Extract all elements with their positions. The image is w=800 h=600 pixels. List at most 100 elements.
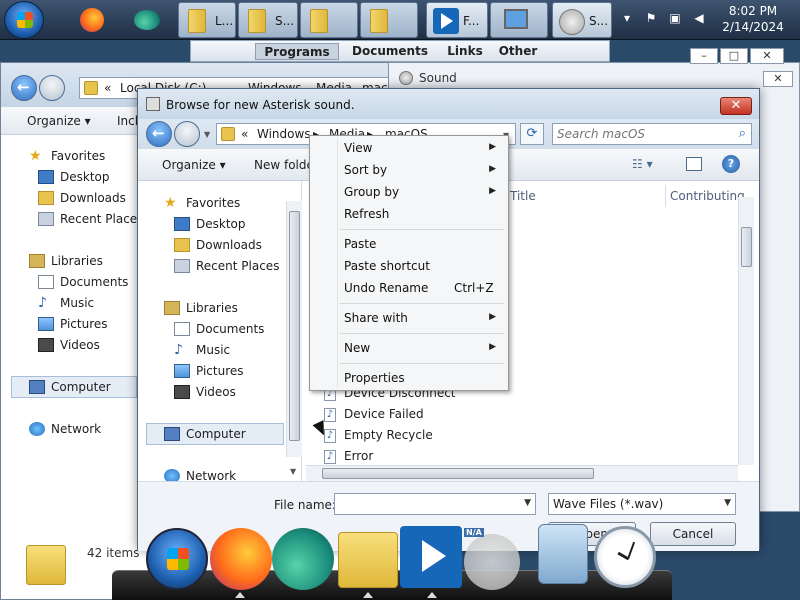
menu-item-share-with[interactable]: Share with ▶: [312, 308, 506, 328]
volume-icon[interactable]: ◀: [692, 11, 706, 25]
menu-item-undo-rename[interactable]: Undo Rename Ctrl+Z: [312, 278, 506, 298]
speaker-icon: [559, 9, 585, 35]
help-icon[interactable]: ?: [722, 155, 740, 173]
tab-links[interactable]: Links: [441, 43, 489, 60]
forward-button[interactable]: [174, 121, 200, 147]
taskbar-explorer-4[interactable]: [360, 2, 418, 38]
dock-firefox-icon[interactable]: [210, 528, 272, 590]
file-name-input[interactable]: [339, 496, 509, 512]
file-list-hscrollbar[interactable]: [306, 465, 738, 481]
taskbar-fs-app[interactable]: F...: [426, 2, 488, 38]
taskbar-button-label: L...: [215, 14, 234, 28]
clock-time: 8:02 PM: [728, 4, 778, 18]
column-header-contributing[interactable]: Contributing: [670, 189, 745, 203]
preview-pane-icon[interactable]: [686, 157, 702, 171]
taskbar-display[interactable]: [490, 2, 548, 38]
search-input[interactable]: [557, 126, 727, 142]
column-header-title[interactable]: Title: [510, 189, 536, 203]
windows-logo-icon: [17, 12, 33, 28]
dock-clock-icon[interactable]: [594, 526, 656, 588]
dock: N/A: [112, 524, 672, 600]
refresh-icon[interactable]: ⟳: [520, 123, 544, 145]
dropdown-arrow-icon[interactable]: ▼: [524, 498, 531, 508]
menu-item-paste[interactable]: Paste: [312, 234, 506, 254]
taskbar-edge[interactable]: [126, 2, 166, 38]
flag-icon[interactable]: ⚑: [644, 11, 658, 25]
dock-running-indicator: [363, 592, 373, 598]
downloads-icon: [174, 238, 190, 252]
taskbar-explorer-1[interactable]: L...: [178, 2, 236, 38]
dock-fs-app-icon[interactable]: [400, 526, 462, 588]
folder-large-icon: [26, 545, 66, 585]
recent-places-icon: [38, 212, 54, 226]
forward-button[interactable]: [39, 75, 65, 101]
menu-separator: [340, 363, 504, 364]
dialog-title: Browse for new Asterisk sound.: [166, 98, 355, 112]
scroll-down-arrow[interactable]: ▼: [290, 467, 296, 476]
videos-icon: [174, 385, 190, 399]
recent-locations-dropdown-icon[interactable]: ▼: [204, 130, 210, 139]
taskbar-sound[interactable]: S...: [552, 2, 612, 38]
dock-edge-icon[interactable]: [272, 528, 334, 590]
file-list-hscroll-thumb[interactable]: [322, 468, 594, 479]
start-button[interactable]: [4, 1, 44, 39]
dialog-close-button[interactable]: ✕: [720, 97, 752, 115]
nav-pane-scrollbar[interactable]: [286, 201, 302, 457]
organize-button[interactable]: Organize ▾: [27, 114, 91, 128]
file-type-select[interactable]: Wave Files (*.wav) ▼: [548, 493, 736, 515]
view-options-icon[interactable]: ☷ ▾: [632, 157, 653, 171]
edge-icon: [134, 10, 160, 30]
dropdown-arrow-icon[interactable]: ▼: [724, 498, 731, 508]
computer-icon: [29, 380, 45, 394]
organize-button[interactable]: Organize ▾: [162, 158, 226, 172]
taskbar-explorer-2[interactable]: S...: [238, 2, 298, 38]
file-name-combo[interactable]: ▼: [334, 493, 536, 515]
star-icon: ★: [164, 195, 177, 211]
desktop-icon: [174, 217, 190, 231]
taskbar-firefox[interactable]: [70, 2, 110, 38]
menu-item-sort-by[interactable]: Sort by ▶: [312, 160, 506, 180]
file-type-value: Wave Files (*.wav): [553, 497, 664, 511]
search-icon[interactable]: ⌕: [739, 126, 746, 141]
wav-file-icon: ♪: [324, 408, 336, 422]
submenu-arrow-icon: ▶: [489, 312, 496, 322]
menu-item-properties[interactable]: Properties: [312, 368, 506, 388]
menu-separator: [340, 333, 504, 334]
fs-app-icon: [433, 8, 459, 34]
menu-item-new[interactable]: New ▶: [312, 338, 506, 358]
desktop-icon: [38, 170, 54, 184]
tray-chevron-icon[interactable]: ▾: [620, 11, 634, 25]
menu-item-view[interactable]: View ▶: [312, 138, 506, 158]
dock-settings-gear-icon[interactable]: [464, 534, 520, 590]
maximize-button[interactable]: □: [720, 48, 748, 64]
search-box[interactable]: ⌕: [552, 123, 752, 145]
network-icon: [29, 422, 45, 436]
speaker-icon: [399, 71, 413, 85]
address-segment-windows[interactable]: Windows: [257, 127, 311, 141]
back-button[interactable]: [11, 75, 37, 101]
dock-folder-icon[interactable]: [338, 532, 398, 588]
folder-icon: [221, 127, 235, 141]
tab-documents[interactable]: Documents: [349, 43, 431, 60]
taskbar-explorer-3[interactable]: [300, 2, 358, 38]
network-tray-icon[interactable]: ▣: [668, 11, 682, 25]
tab-other[interactable]: Other: [495, 43, 541, 60]
file-list-scrollbar[interactable]: [738, 197, 754, 465]
nav-pane-scroll-thumb[interactable]: [289, 211, 300, 441]
taskbar-button-label: S...: [589, 14, 609, 28]
file-list-scroll-thumb[interactable]: [741, 227, 752, 267]
menu-item-paste-shortcut[interactable]: Paste shortcut: [312, 256, 506, 276]
back-button[interactable]: [146, 121, 172, 147]
minimize-button[interactable]: –: [690, 48, 718, 64]
computer-icon: [164, 427, 180, 441]
star-icon: ★: [29, 148, 42, 164]
tab-programs[interactable]: Programs: [255, 43, 339, 60]
menu-item-refresh[interactable]: Refresh: [312, 204, 506, 224]
dock-start-icon[interactable]: [146, 528, 208, 590]
close-button[interactable]: ✕: [750, 48, 784, 64]
clock[interactable]: 8:02 PM 2/14/2024: [718, 3, 788, 35]
address-prefix: «: [104, 81, 112, 95]
sound-dialog-close-button[interactable]: ✕: [763, 71, 793, 87]
menu-item-group-by[interactable]: Group by ▶: [312, 182, 506, 202]
dock-recycle-bin-icon[interactable]: [538, 524, 588, 584]
